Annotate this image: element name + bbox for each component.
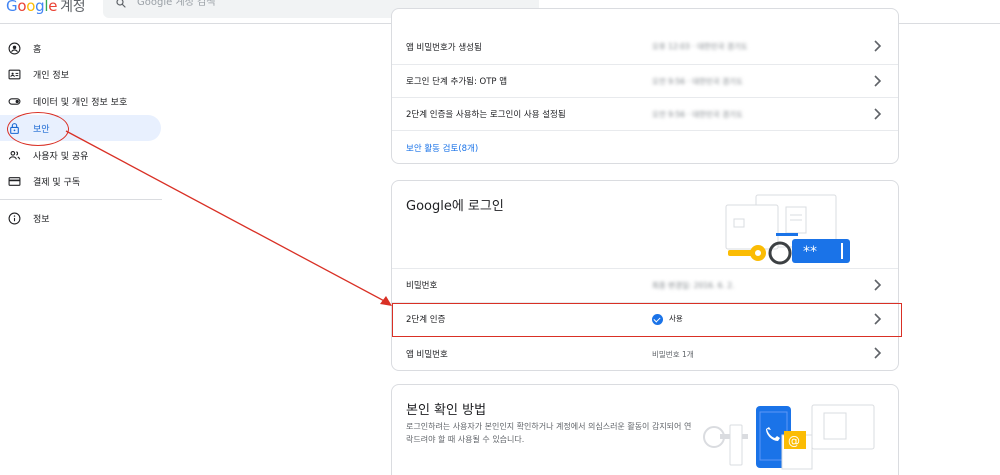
- activity-row[interactable]: 앱 비밀번호가 생성됨 오후 12:03 · 대한민국 경기도: [392, 30, 898, 63]
- annotation-highlight-box: [392, 303, 902, 337]
- verify-illustration: @: [703, 404, 875, 470]
- sidebar-item-data-privacy[interactable]: 데이터 및 개인 정보 보호: [0, 88, 161, 114]
- activity-time: 오전 9:56 · 대한민국 경기도: [652, 109, 743, 119]
- toggle-icon: [8, 97, 21, 105]
- sidebar-divider: [0, 199, 162, 200]
- chevron-right-icon: [874, 108, 882, 120]
- app-passwords-count: 비밀번호 1개: [652, 349, 694, 359]
- annotation-circle: [7, 112, 69, 146]
- password-label: 비밀번호: [406, 281, 438, 291]
- credit-card-icon: [8, 176, 21, 186]
- app-passwords-label: 앱 비밀번호: [406, 350, 448, 360]
- review-security-activity-link[interactable]: 보안 활동 검토(8개): [406, 142, 478, 154]
- card-title: 본인 확인 방법: [406, 403, 487, 418]
- search-icon: [116, 0, 126, 8]
- activity-label: 로그인 단계 추가됨: OTP 앱: [406, 77, 508, 87]
- review-activity-row: 보안 활동 검토(8개): [392, 130, 898, 164]
- sidebar-item-label: 개인 정보: [33, 70, 69, 81]
- sidebar-item-label: 결제 및 구독: [33, 177, 81, 188]
- service-name: 계정: [60, 0, 86, 15]
- recent-security-activity-card: 앱 비밀번호가 생성됨 오후 12:03 · 대한민국 경기도 로그인 단계 추…: [391, 8, 899, 164]
- id-card-icon: [8, 69, 21, 79]
- chevron-right-icon: [874, 279, 882, 291]
- google-logo: Google: [6, 0, 58, 15]
- verify-identity-card: 본인 확인 방법 로그인하려는 사용자가 본인인지 확인하거나 계정에서 의심스…: [391, 384, 899, 475]
- card-description: 로그인하려는 사용자가 본인인지 확인하거나 계정에서 의심스러운 활동이 감지…: [406, 422, 692, 444]
- activity-row[interactable]: 로그인 단계 추가됨: OTP 앱 오전 9:56 · 대한민국 경기도: [392, 64, 898, 97]
- search-input[interactable]: [137, 0, 437, 8]
- password-last-changed: 최종 변경일: 2016. 6. 2.: [652, 280, 735, 290]
- sidebar-item-people-sharing[interactable]: 사용자 및 공유: [0, 142, 161, 168]
- info-icon: [8, 212, 21, 224]
- chevron-right-icon: [874, 40, 882, 52]
- activity-time: 오전 9:56 · 대한민국 경기도: [652, 76, 743, 86]
- signin-illustration: **: [725, 194, 850, 265]
- sidebar-item-payments[interactable]: 결제 및 구독: [0, 168, 161, 194]
- svg-text:@: @: [788, 434, 800, 448]
- sidebar-item-personal-info[interactable]: 개인 정보: [0, 61, 161, 87]
- password-row[interactable]: 비밀번호 최종 변경일: 2016. 6. 2.: [392, 268, 898, 301]
- activity-label: 2단계 인증을 사용하는 로그인이 사용 설정됨: [406, 110, 566, 120]
- sidebar-item-about[interactable]: 정보: [0, 205, 161, 231]
- sidebar-item-label: 정보: [33, 214, 50, 225]
- chevron-right-icon: [874, 75, 882, 87]
- chevron-right-icon: [874, 347, 882, 359]
- card-title: Google에 로그인: [406, 199, 504, 214]
- google-account-logo[interactable]: Google 계정: [6, 0, 86, 16]
- svg-text:**: **: [803, 244, 817, 260]
- signin-google-card: Google에 로그인 ** 비밀번호 최종 변경일: 2016. 6. 2. …: [391, 180, 899, 371]
- account-circle-icon: [8, 42, 21, 54]
- sidebar-item-label: 홈: [33, 44, 42, 55]
- page: Google계정 홈 개인 정보 데이터 및 개인 정보 보호 보안: [0, 0, 1000, 475]
- sidebar-item-home[interactable]: 홈: [0, 35, 161, 61]
- app-passwords-row[interactable]: 앱 비밀번호 비밀번호 1개: [392, 336, 898, 371]
- people-icon: [8, 150, 21, 159]
- sidebar-item-label: 데이터 및 개인 정보 보호: [33, 97, 128, 108]
- activity-label: 앱 비밀번호가 생성됨: [406, 42, 482, 53]
- sidebar-item-label: 사용자 및 공유: [33, 151, 89, 162]
- activity-time: 오후 12:03 · 대한민국 경기도: [652, 42, 748, 51]
- activity-row[interactable]: 2단계 인증을 사용하는 로그인이 사용 설정됨 오전 9:56 · 대한민국 …: [392, 97, 898, 130]
